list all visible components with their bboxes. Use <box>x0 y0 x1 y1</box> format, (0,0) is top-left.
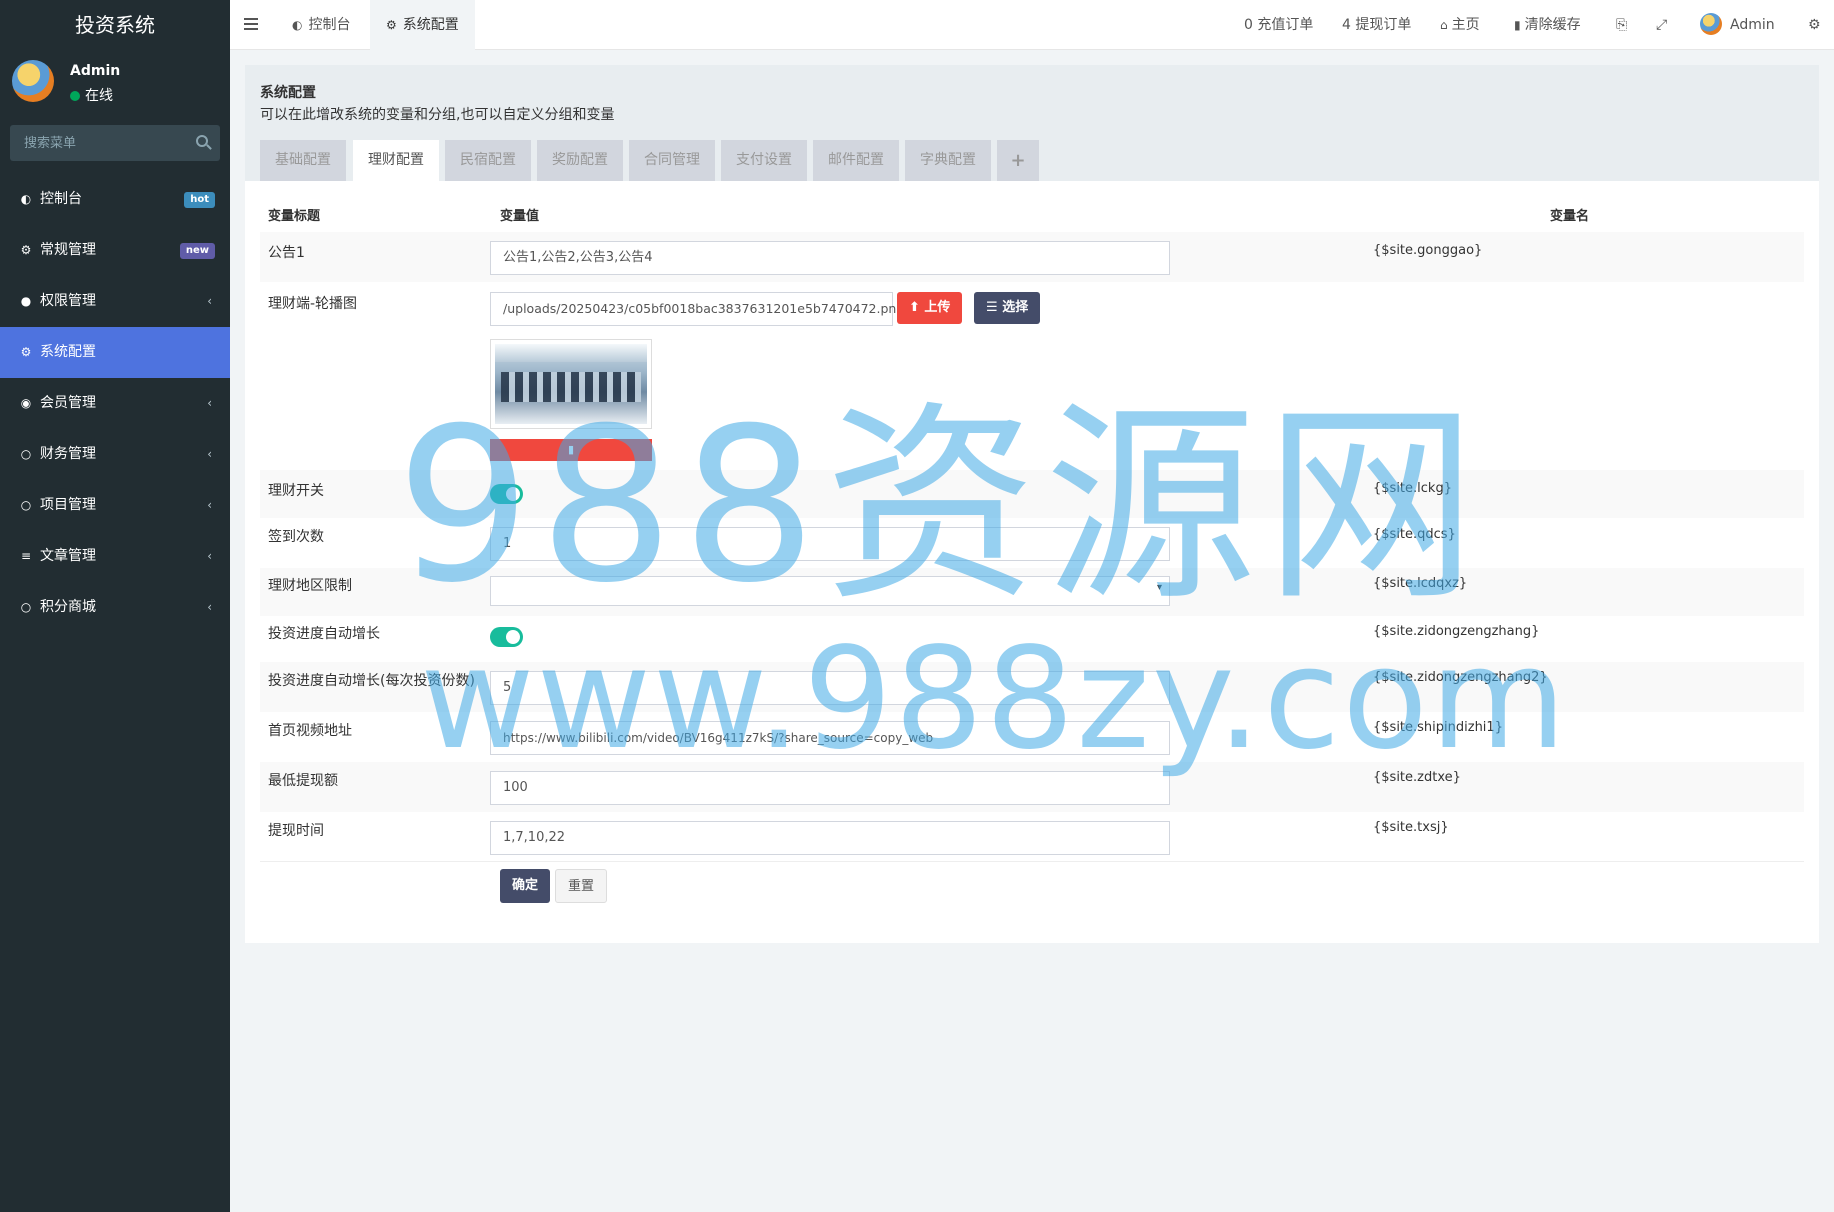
row-label: 理财地区限制 <box>268 578 352 594</box>
chevron-left-icon: ‹ <box>207 396 212 410</box>
upload-button[interactable]: ⬆ 上传 <box>897 292 963 324</box>
row-label: 理财开关 <box>268 483 324 499</box>
banner-path-input[interactable]: /uploads/20250423/c05bf0018bac3837631201… <box>490 292 904 326</box>
menu-search <box>10 125 220 161</box>
watermark-url: www.988zy.com <box>420 618 1569 781</box>
panel-header: 系统配置 可以在此增改系统的变量和分组,也可以自定义分组和变量 基础配置 理财配… <box>245 65 1819 181</box>
tab-email[interactable]: 邮件配置 <box>813 140 899 181</box>
table-row: 公告1 公告1,公告2,公告3,公告4 {$site.gonggao} <box>260 232 1804 282</box>
chevron-left-icon: ‹ <box>207 600 212 614</box>
clear-cache-link[interactable]: ▮ 清除缓存 <box>1514 0 1581 50</box>
sidebar-item-projects[interactable]: ○ 项目管理 ‹ <box>0 480 230 531</box>
new-badge: new <box>179 243 215 259</box>
sidebar-menu: ◐ 控制台 hot ⚙ 常规管理 new ● 权限管理 ‹ ⚙ 系统配置 ◉ 会员管理 ‹ ○ 财务… <box>0 174 230 633</box>
dashboard-icon: ◐ <box>292 18 303 32</box>
recharge-orders-link[interactable]: 0 充值订单 <box>1244 0 1313 50</box>
admin-menu[interactable]: Admin <box>1700 0 1775 50</box>
header-value: 变量值 <box>500 209 540 224</box>
circle-icon: ○ <box>20 498 32 512</box>
sidebar-item-articles[interactable]: ≡ 文章管理 ‹ <box>0 531 230 582</box>
sidebar: 投资系统 Admin 在线 ◐控制台hot ⚙常规管理new ●权限管理‹ ⚙系… <box>0 0 230 1212</box>
trash-icon: ▮ <box>1514 18 1521 32</box>
online-dot-icon <box>70 91 80 101</box>
search-input[interactable] <box>10 125 190 161</box>
gear-icon: ⚙ <box>386 18 397 32</box>
chevron-left-icon: ‹ <box>207 294 212 308</box>
withdraw-time-input[interactable]: 1,7,10,22 <box>490 821 1170 855</box>
chevron-left-icon: ‹ <box>207 447 212 461</box>
app-title[interactable]: 投资系统 <box>0 0 230 50</box>
hot-badge: hot <box>184 192 215 208</box>
tab-dashboard[interactable]: ◐ 控制台 <box>276 0 366 50</box>
page-title: 系统配置 <box>260 85 316 101</box>
row-label: 提现时间 <box>268 823 324 839</box>
tab-basic[interactable]: 基础配置 <box>260 140 346 181</box>
circle-icon: ○ <box>20 447 32 461</box>
group-icon: ● <box>20 294 32 308</box>
row-label: 理财端-轮播图 <box>268 296 358 312</box>
tab-contracts[interactable]: 合同管理 <box>629 140 715 181</box>
gear-icon: ⚙ <box>20 345 32 359</box>
row-label: 首页视频地址 <box>268 723 352 739</box>
home-link[interactable]: ⌂ 主页 <box>1440 0 1480 50</box>
search-icon[interactable] <box>196 135 208 147</box>
tab-system-config[interactable]: ⚙ 系统配置 <box>370 0 475 50</box>
sidebar-item-points-mall[interactable]: ○ 积分商城 ‹ <box>0 582 230 633</box>
tab-rewards[interactable]: 奖励配置 <box>537 140 623 181</box>
avatar <box>1700 13 1722 35</box>
user-status: 在线 <box>70 85 113 105</box>
row-label: 投资进度自动增长 <box>268 626 380 642</box>
tab-payment[interactable]: 支付设置 <box>721 140 807 181</box>
language-icon[interactable]: ⎘ <box>1616 0 1627 50</box>
list-icon: ☰ <box>986 300 1003 315</box>
topbar: ◐ 控制台 ⚙ 系统配置 0 充值订单 4 提现订单 ⌂ 主页 ▮ 清除缓存 ⎘ ⤢ A… <box>230 0 1834 50</box>
tab-finance[interactable]: 理财配置 <box>353 140 439 181</box>
row-label: 签到次数 <box>268 529 324 545</box>
add-tab-button[interactable]: + <box>997 140 1039 181</box>
sidebar-item-dashboard[interactable]: ◐ 控制台 hot <box>0 174 230 225</box>
fullscreen-icon[interactable]: ⤢ <box>1656 0 1667 50</box>
sidebar-item-system-config[interactable]: ⚙ 系统配置 <box>0 327 230 378</box>
reset-button[interactable]: 重置 <box>555 869 608 903</box>
sidebar-item-members[interactable]: ◉ 会员管理 ‹ <box>0 378 230 429</box>
chevron-left-icon: ‹ <box>207 549 212 563</box>
tab-homestay[interactable]: 民宿配置 <box>445 140 531 181</box>
user-circle-icon: ◉ <box>20 396 32 410</box>
list-icon: ≡ <box>20 549 32 563</box>
menu-toggle-icon[interactable] <box>244 18 258 30</box>
circle-icon: ○ <box>20 600 32 614</box>
header-title: 变量标题 <box>268 209 321 224</box>
cogs-icon: ⚙ <box>20 243 32 257</box>
upload-icon: ⬆ <box>909 300 925 315</box>
watermark-text: 988资源网 <box>396 382 1485 629</box>
table-row: 提现时间 1,7,10,22 {$site.txsj} <box>260 812 1804 862</box>
confirm-button[interactable]: 确定 <box>500 869 551 903</box>
user-panel: Admin 在线 <box>0 50 230 124</box>
header-name: 变量名 <box>1550 209 1590 224</box>
chevron-left-icon: ‹ <box>207 498 212 512</box>
tab-dictionary[interactable]: 字典配置 <box>905 140 991 181</box>
row-label: 公告1 <box>268 245 305 261</box>
sidebar-item-finance[interactable]: ○ 财务管理 ‹ <box>0 429 230 480</box>
var-name: {$site.txsj} <box>1373 820 1449 835</box>
sidebar-item-permissions[interactable]: ● 权限管理 ‹ <box>0 276 230 327</box>
choose-button[interactable]: ☰ 选择 <box>974 292 1041 324</box>
settings-gear-icon[interactable]: ⚙ <box>1808 0 1821 50</box>
var-name: {$site.gonggao} <box>1373 243 1483 258</box>
dashboard-icon: ◐ <box>20 192 32 206</box>
row-label: 最低提现额 <box>268 773 338 789</box>
page-description: 可以在此增改系统的变量和分组,也可以自定义分组和变量 <box>260 107 615 123</box>
avatar <box>12 60 54 102</box>
withdraw-orders-link[interactable]: 4 提现订单 <box>1342 0 1411 50</box>
home-icon: ⌂ <box>1440 18 1448 32</box>
sidebar-item-general[interactable]: ⚙ 常规管理 new <box>0 225 230 276</box>
user-name: Admin <box>70 63 121 79</box>
notice-input[interactable]: 公告1,公告2,公告3,公告4 <box>490 241 1170 275</box>
